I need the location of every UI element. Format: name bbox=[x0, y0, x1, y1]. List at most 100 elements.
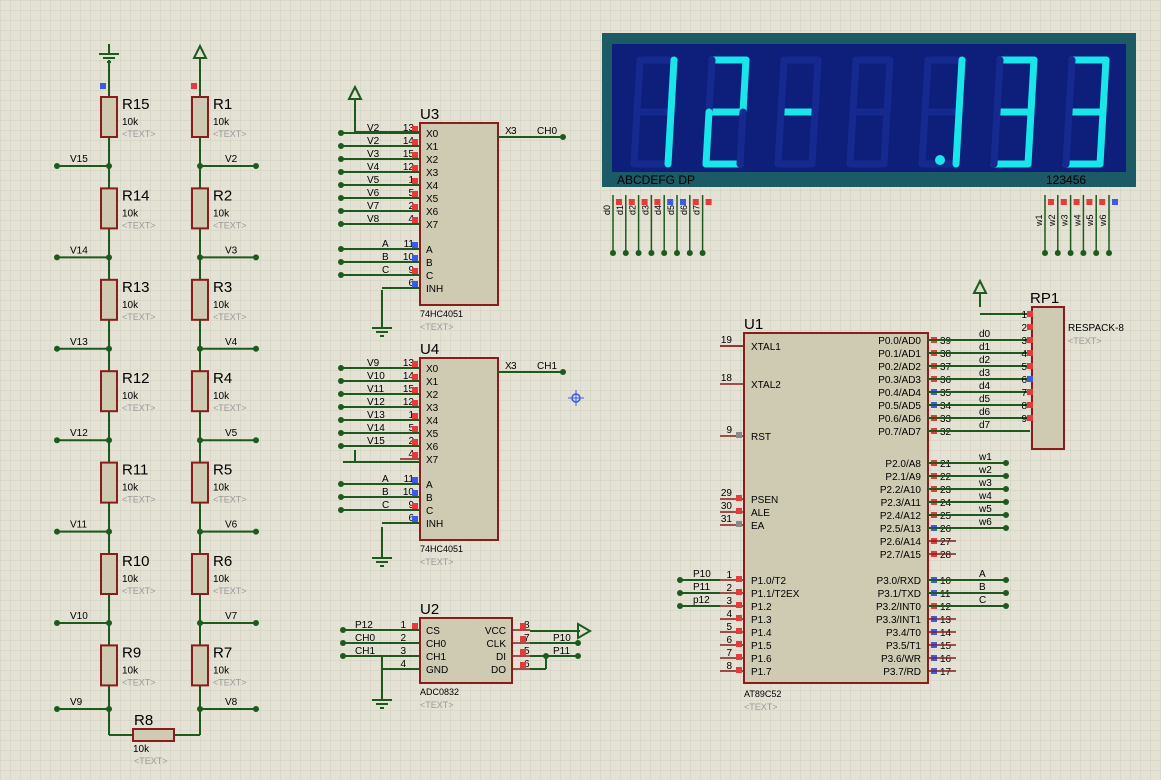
u1-pinname-P0.6/AD6: P0.6/AD6 bbox=[878, 414, 921, 425]
u1-net-w5: w5 bbox=[978, 504, 992, 515]
u1-net-B: B bbox=[979, 582, 986, 593]
tap-end-V12 bbox=[54, 437, 60, 444]
display-seg-end-d6 bbox=[686, 250, 693, 256]
resistor-R7[interactable] bbox=[191, 644, 209, 687]
resistor-R14[interactable] bbox=[100, 187, 118, 230]
display-dig-marker-w1 bbox=[1048, 199, 1054, 205]
u2-text: <TEXT> bbox=[420, 700, 454, 710]
resistor-R11[interactable] bbox=[100, 461, 118, 504]
display-seg-label-d3: d3 bbox=[640, 205, 650, 215]
resistor-R3[interactable] bbox=[191, 278, 209, 321]
resistor-value-R5: 10k bbox=[213, 483, 230, 494]
resistor-R9[interactable] bbox=[100, 644, 118, 687]
u1-pinname-RST: RST bbox=[751, 432, 771, 443]
tap-end-V8 bbox=[253, 706, 259, 712]
u1-end-p12 bbox=[677, 603, 683, 609]
u4-marker-X2 bbox=[412, 387, 418, 393]
u2-marker-DI bbox=[520, 649, 526, 655]
u1-pin-P2.7/A15: 28 bbox=[940, 550, 952, 561]
schematic-canvas[interactable]: R1510k<TEXT>V15R1410k<TEXT>V14R1310k<TEX… bbox=[0, 0, 1161, 780]
resistor-R8[interactable] bbox=[132, 728, 175, 742]
u4-net-X5: V14 bbox=[367, 423, 385, 434]
resistor-R6[interactable] bbox=[191, 553, 209, 595]
u4-pinname-X5: X5 bbox=[426, 429, 439, 440]
rp1-body[interactable] bbox=[1031, 306, 1065, 450]
u1-pin-P2.2/A10: 23 bbox=[940, 485, 952, 496]
display-seg-label-d5: d5 bbox=[666, 205, 676, 215]
u4-marker-X1 bbox=[412, 374, 418, 380]
u4-end-X1 bbox=[338, 378, 344, 384]
u1-pin-P0.0/AD0: 39 bbox=[940, 336, 952, 347]
u4-end-X6 bbox=[338, 443, 344, 449]
digit-4-segment-b bbox=[955, 56, 966, 116]
u1-end-A bbox=[1003, 577, 1009, 583]
u1-pinname-P2.2/A10: P2.2/A10 bbox=[880, 485, 922, 496]
rp1-marker-4 bbox=[1027, 350, 1033, 356]
u1-end-P10 bbox=[677, 577, 683, 583]
resistor-R10[interactable] bbox=[100, 553, 118, 595]
u1-pinname-P2.1/A9: P2.1/A9 bbox=[885, 472, 921, 483]
u1-pinname-P0.3/AD3: P0.3/AD3 bbox=[878, 375, 921, 386]
resistor-R5[interactable] bbox=[191, 461, 209, 504]
u1-pinname-P1.2: P1.2 bbox=[751, 602, 772, 613]
u2-pin-CS: 1 bbox=[400, 620, 406, 631]
u2-marker-VCC bbox=[520, 623, 526, 629]
tap-label-V3: V3 bbox=[225, 245, 238, 256]
display-dig-marker-w2 bbox=[1060, 199, 1067, 205]
u1-pinname-P0.1/AD1: P0.1/AD1 bbox=[878, 349, 921, 360]
resistor-R1[interactable] bbox=[191, 96, 209, 138]
rp1-ref: RP1 bbox=[1030, 290, 1059, 307]
tap-label-V11: V11 bbox=[70, 520, 87, 531]
display-dig-end-w3 bbox=[1067, 250, 1074, 256]
resistor-text-R13: <TEXT> bbox=[122, 312, 156, 322]
resistor-R15[interactable] bbox=[100, 96, 118, 138]
u1-pinname-P0.0/AD0: P0.0/AD0 bbox=[878, 336, 921, 347]
u1-ref: U1 bbox=[744, 316, 763, 333]
u4-pinname-INH: INH bbox=[426, 519, 443, 530]
u4-marker-A bbox=[412, 477, 418, 483]
resistor-ref-R2: R2 bbox=[213, 187, 232, 204]
display-dig-end-w4 bbox=[1080, 250, 1087, 256]
tap-label-V7: V7 bbox=[225, 611, 238, 622]
tap-junction-V9 bbox=[106, 706, 112, 712]
resistor-R13[interactable] bbox=[100, 278, 118, 321]
display-seg-end-d4 bbox=[661, 250, 668, 256]
tap-junction-V14 bbox=[106, 254, 112, 261]
resistor-text-R8: <TEXT> bbox=[134, 756, 168, 766]
tap-end-V10 bbox=[54, 620, 60, 626]
resistor-text-R5: <TEXT> bbox=[213, 495, 247, 505]
rp1-marker-8 bbox=[1027, 402, 1033, 408]
tap-junction-V8 bbox=[197, 706, 203, 712]
u1-pinname-P3.1/TXD: P3.1/TXD bbox=[878, 589, 921, 600]
resistor-R2[interactable] bbox=[191, 187, 209, 230]
resistor-R4[interactable] bbox=[191, 370, 209, 413]
u1-pin-P3.3/INT1: 13 bbox=[940, 615, 952, 626]
digit-1-segment-c bbox=[736, 108, 747, 168]
resistor-R12[interactable] bbox=[100, 370, 118, 413]
resistor-value-R9: 10k bbox=[122, 665, 139, 676]
u1-pin-P2.0/A8: 21 bbox=[940, 459, 952, 470]
tap-junction-V4 bbox=[197, 345, 203, 352]
u1-pinname-P0.4/AD4: P0.4/AD4 bbox=[878, 388, 921, 399]
rp1-marker-6 bbox=[1027, 376, 1033, 382]
u1-pinname-P2.6/A14: P2.6/A14 bbox=[880, 537, 922, 548]
u1-pin-P0.4/AD4: 35 bbox=[940, 388, 952, 399]
u1-end-B bbox=[1003, 590, 1009, 596]
u1-pinname-P0.5/AD5: P0.5/AD5 bbox=[878, 401, 921, 412]
digit-6-segment-c bbox=[1096, 108, 1107, 168]
resistor-ref-R3: R3 bbox=[213, 279, 232, 296]
tap-end-V2 bbox=[253, 163, 259, 169]
u3-marker-X5 bbox=[412, 191, 418, 197]
u3-net-X6: V7 bbox=[367, 201, 380, 212]
u1-pinname-P2.5/A13: P2.5/A13 bbox=[880, 524, 922, 535]
u2-di-end bbox=[575, 653, 581, 659]
display-seg-marker-d3 bbox=[654, 199, 661, 205]
u1-pin-PSEN: 29 bbox=[721, 488, 733, 499]
digit-2-segment-f bbox=[777, 56, 788, 116]
rp1-part: RESPACK-8 bbox=[1068, 323, 1124, 334]
u1-pinname-P2.4/A12: P2.4/A12 bbox=[880, 511, 922, 522]
tap-junction-V6 bbox=[197, 528, 203, 535]
u1-pinname-EA: EA bbox=[751, 521, 765, 532]
resistor-value-R15: 10k bbox=[122, 117, 139, 128]
u2-net-CH1: CH1 bbox=[355, 646, 375, 657]
